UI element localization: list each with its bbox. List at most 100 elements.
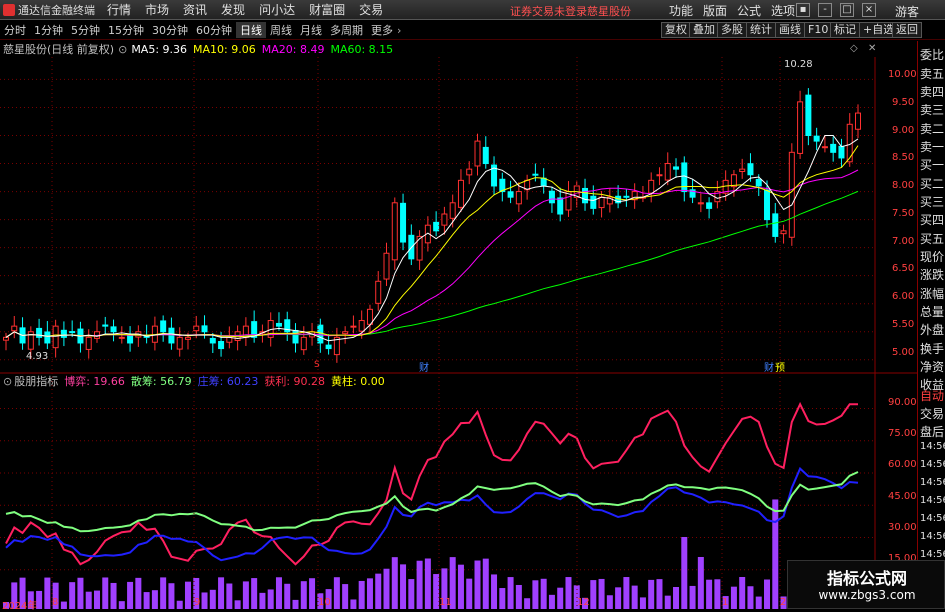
minimize-icon[interactable]: - — [818, 3, 832, 17]
period-1min[interactable]: 1分钟 — [30, 22, 67, 38]
menu-caifuquan[interactable]: 财富圈 — [302, 1, 352, 18]
period-daily[interactable]: 日线 — [236, 22, 266, 38]
candle-body — [201, 325, 208, 333]
menu-gongshi[interactable]: 公式 — [732, 2, 766, 19]
menu-xuanxiang[interactable]: 选项 — [766, 2, 800, 19]
candle-body — [11, 325, 18, 332]
candle-body — [772, 213, 779, 237]
restore-icon[interactable]: □ — [840, 3, 854, 17]
close-icon[interactable]: × — [862, 3, 876, 17]
indicator-settings-icon[interactable]: ⊙ — [0, 375, 14, 388]
menu-jiaoyi[interactable]: 交易 — [352, 1, 390, 18]
candle-body — [325, 344, 332, 350]
login-notice[interactable]: 证券交易未登录 — [510, 3, 587, 19]
menu-hangqing[interactable]: 行情 — [100, 1, 138, 18]
x-tick: 1 — [722, 597, 729, 608]
indicator-bar — [507, 577, 514, 609]
period-more[interactable]: 更多 — [367, 22, 397, 38]
main-grid — [0, 78, 875, 361]
side-panel-item: 外盘 — [920, 323, 945, 337]
ind-tick: 90.00 — [888, 397, 917, 408]
period-monthly[interactable]: 月线 — [296, 22, 326, 38]
indicator-bar — [681, 537, 688, 609]
candle-body — [664, 163, 671, 181]
indicator-bar — [532, 580, 539, 609]
candle-body — [391, 202, 398, 261]
huaxian-button[interactable]: 画线 — [775, 22, 805, 38]
ind-tick: 75.00 — [888, 428, 917, 439]
duogu-button[interactable]: 多股 — [717, 22, 747, 38]
candle-body — [590, 195, 597, 209]
indicator-bar — [540, 578, 547, 609]
candle-body — [300, 336, 307, 351]
indicator-bar — [350, 599, 357, 609]
candle-body — [342, 331, 349, 335]
logo-icon — [3, 3, 15, 16]
period-60min[interactable]: 60分钟 — [192, 22, 236, 38]
candle-body — [747, 163, 754, 176]
indicator-bar — [44, 577, 51, 609]
candle-body — [813, 135, 820, 142]
indicator-bar — [143, 592, 150, 609]
x-grid — [51, 57, 781, 609]
menu-wenxiaoda[interactable]: 问小达 — [252, 1, 302, 18]
zhuangchou-value: 庄筹: 60.23 — [197, 375, 259, 388]
user-icon[interactable]: ▪ — [796, 3, 810, 17]
indicator-bar — [590, 580, 597, 609]
menu-gongneng[interactable]: 功能 — [664, 2, 698, 19]
biaoji-button[interactable]: 标记 — [830, 22, 860, 38]
candle-body — [3, 336, 9, 341]
indicator-bar — [739, 577, 746, 609]
indicator-bar — [697, 556, 704, 609]
price-tick: 8.00 — [892, 180, 915, 191]
price-tick: 7.50 — [892, 208, 915, 219]
diejia-button[interactable]: 叠加 — [689, 22, 719, 38]
side-panel-item: 卖四 — [920, 85, 945, 99]
f10-button[interactable]: F10 — [804, 22, 833, 38]
user-label[interactable]: 游客 — [895, 3, 919, 20]
indicator-bar — [284, 583, 291, 609]
price-tick: 9.00 — [892, 125, 915, 136]
indicator-bar — [491, 574, 498, 609]
candle-body — [598, 196, 605, 209]
period-5min[interactable]: 5分钟 — [67, 22, 104, 38]
fuquan-button[interactable]: 复权 — [661, 22, 691, 38]
high-price-label: 10.28 — [784, 59, 813, 70]
period-30min[interactable]: 30分钟 — [148, 22, 192, 38]
indicator-bar — [565, 577, 572, 609]
menu-banmian[interactable]: 版面 — [698, 2, 732, 19]
side-panel-item: 14:56 — [920, 531, 945, 542]
candle-body — [441, 213, 448, 226]
ma-lines — [5, 135, 859, 342]
indicator-bar — [110, 582, 117, 609]
candle-body — [44, 331, 51, 344]
indicator-bar — [755, 596, 762, 609]
app-logo: 通达信金融终端 — [0, 2, 100, 18]
candle-body — [805, 94, 812, 136]
s-marker: S — [314, 360, 320, 370]
low-price-label: 4.93 — [26, 351, 49, 362]
candle-body — [548, 190, 555, 204]
period-multi[interactable]: 多周期 — [326, 22, 367, 38]
candle-body — [821, 146, 828, 149]
period-weekly[interactable]: 周线 — [266, 22, 296, 38]
menu-zixun[interactable]: 资讯 — [176, 1, 214, 18]
period-15min[interactable]: 15分钟 — [104, 22, 148, 38]
indicator-bar — [60, 601, 67, 609]
menu-shichang[interactable]: 市场 — [138, 1, 176, 18]
cai-marker: 财 — [419, 363, 429, 374]
period-fenshi[interactable]: 分时 — [0, 22, 30, 38]
candle-body — [673, 166, 680, 170]
tongji-button[interactable]: 统计 — [746, 22, 776, 38]
menu-faxian[interactable]: 发现 — [214, 1, 252, 18]
side-panel-item: 14:56 — [920, 549, 945, 560]
side-panel-item: 总量 — [920, 305, 945, 319]
chevron-right-icon[interactable]: › — [397, 24, 401, 37]
indicator-bar — [631, 585, 638, 609]
indicator-bar — [673, 587, 680, 609]
kline-chart[interactable] — [0, 41, 917, 609]
back-button[interactable]: 返回 — [892, 22, 922, 38]
candle-body — [755, 178, 762, 187]
indicator-bar — [606, 595, 613, 609]
x-tick: 8 — [52, 597, 59, 608]
